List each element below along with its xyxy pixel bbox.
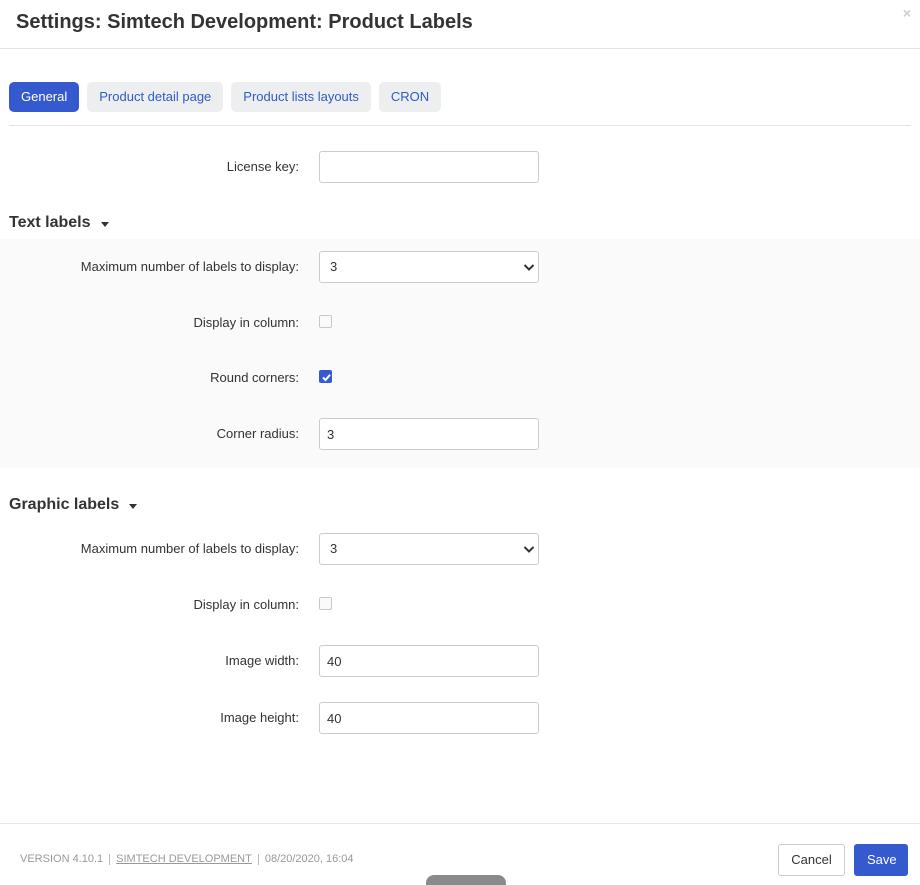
text-max-labels-value: 3 <box>330 259 338 274</box>
graphic-labels-title: Graphic labels <box>9 496 120 513</box>
developer-link[interactable]: SIMTECH DEVELOPMENT <box>116 853 252 865</box>
cancel-button[interactable]: Cancel <box>778 844 845 876</box>
text-max-labels-label: Maximum number of labels to display: <box>80 259 299 274</box>
divider <box>257 853 259 865</box>
close-icon[interactable]: × <box>903 5 911 21</box>
tab-product-lists-layouts[interactable]: Product lists layouts <box>231 82 371 112</box>
chevron-down-icon <box>523 546 535 553</box>
graphic-display-in-column-label: Display in column: <box>193 597 300 612</box>
dialog-header: Settings: Simtech Development: Product L… <box>0 0 920 49</box>
divider <box>109 853 111 865</box>
checkmark-icon <box>322 374 331 382</box>
tab-product-detail-page[interactable]: Product detail page <box>87 82 224 112</box>
round-corners-label: Round corners: <box>210 370 299 385</box>
round-corners-checkbox[interactable] <box>319 370 332 383</box>
corner-radius-input[interactable] <box>319 418 539 450</box>
graphic-max-labels-row: Maximum number of labels to display: 3 <box>0 533 920 565</box>
graphic-max-labels-label: Maximum number of labels to display: <box>80 541 299 556</box>
image-width-input[interactable] <box>319 645 539 677</box>
corner-radius-label: Corner radius: <box>216 426 299 441</box>
text-labels-title: Text labels <box>9 214 91 231</box>
round-corners-row: Round corners: <box>0 370 920 385</box>
dialog-title: Settings: Simtech Development: Product L… <box>16 11 473 33</box>
image-width-label: Image width: <box>225 653 299 668</box>
graphic-display-in-column-checkbox[interactable] <box>319 597 332 610</box>
text-labels-section-toggle[interactable]: Text labels <box>9 214 109 232</box>
graphic-labels-section-toggle[interactable]: Graphic labels <box>9 496 138 514</box>
license-key-label: License key: <box>226 159 299 174</box>
text-max-labels-select[interactable]: 3 <box>319 251 539 283</box>
graphic-max-labels-select[interactable]: 3 <box>319 533 539 565</box>
caret-down-icon <box>129 503 138 509</box>
release-date: 08/20/2020, 16:04 <box>264 853 354 865</box>
version-text: VERSION 4.10.1 <box>20 853 104 865</box>
image-height-label: Image height: <box>220 710 299 725</box>
caret-down-icon <box>100 221 109 227</box>
text-display-in-column-label: Display in column: <box>193 315 300 330</box>
version-info: VERSION 4.10.1 SIMTECH DEVELOPMENT 08/20… <box>20 853 354 865</box>
tabs-divider <box>9 125 911 126</box>
tabs-bar: General Product detail page Product list… <box>9 82 449 112</box>
image-height-input[interactable] <box>319 702 539 734</box>
tab-general[interactable]: General <box>9 82 80 112</box>
text-max-labels-row: Maximum number of labels to display: 3 <box>0 251 920 283</box>
chevron-down-icon <box>523 264 535 271</box>
license-key-input[interactable] <box>319 151 539 183</box>
tab-cron[interactable]: CRON <box>378 82 442 112</box>
text-display-in-column-checkbox[interactable] <box>319 315 332 328</box>
graphic-max-labels-value: 3 <box>330 541 338 556</box>
save-button[interactable]: Save <box>854 844 908 876</box>
drag-handle[interactable] <box>426 875 506 885</box>
